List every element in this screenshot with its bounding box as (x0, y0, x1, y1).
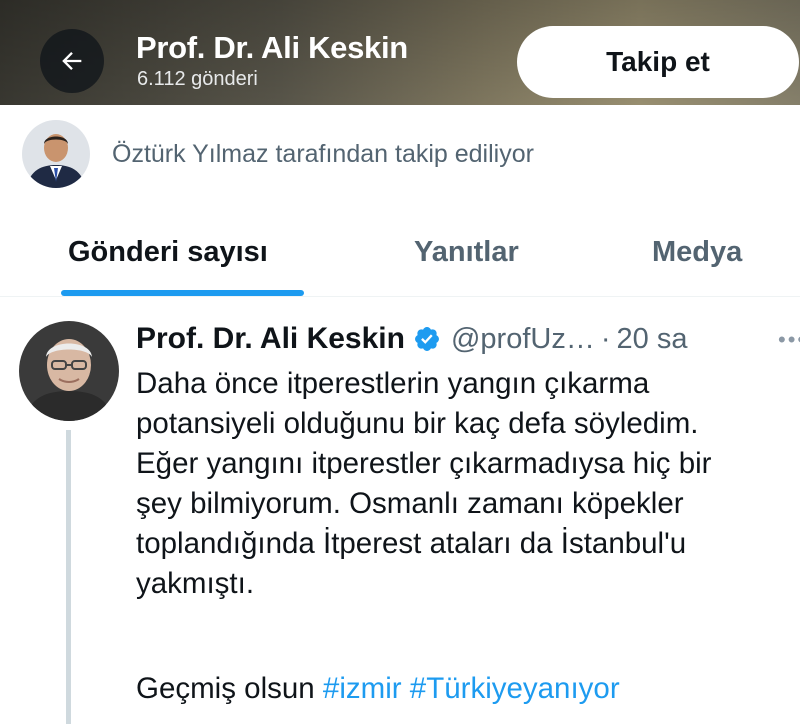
active-tab-indicator (61, 290, 304, 296)
post-text: Daha önce itperestlerin yangın çıkarma p… (136, 367, 712, 600)
post-item[interactable]: Prof. Dr. Ali Keskin @profUz… · 20 sa ••… (0, 297, 800, 724)
post-timestamp[interactable]: 20 sa (617, 323, 688, 356)
header-profile-name: Prof. Dr. Ali Keskin (136, 30, 408, 65)
more-dots-icon[interactable]: ••• (778, 327, 800, 353)
follower-avatar[interactable] (22, 120, 90, 188)
hashtag-link[interactable]: #Türkiyeyanıyor (410, 672, 620, 705)
tab-replies[interactable]: Yanıtlar (414, 236, 519, 269)
profile-tabs: Gönderi sayısı Yanıtlar Medya (0, 212, 800, 297)
tab-posts[interactable]: Gönderi sayısı (68, 236, 268, 269)
followed-by-row[interactable]: Öztürk Yılmaz tarafından takip ediliyor (22, 119, 534, 189)
post-closing-line: Geçmiş olsun #izmir #Türkiyeyanıyor (136, 669, 620, 709)
arrow-left-icon (62, 52, 82, 70)
hashtag-link[interactable]: #izmir (323, 672, 402, 705)
header-post-count: 6.112 gönderi (137, 68, 258, 90)
verified-badge-icon (415, 327, 439, 351)
tab-media[interactable]: Medya (652, 236, 742, 269)
followed-by-text: Öztürk Yılmaz tarafından takip ediliyor (112, 139, 534, 168)
post-author-handle[interactable]: @profUz… (451, 323, 595, 356)
post-separator: · (600, 322, 611, 355)
thread-line (66, 430, 71, 724)
post-closing-text: Geçmiş olsun (136, 672, 315, 705)
post-header: Prof. Dr. Ali Keskin @profUz… · 20 sa (136, 319, 687, 359)
follow-button[interactable]: Takip et (517, 26, 799, 98)
back-button[interactable] (40, 29, 104, 93)
post-author-name[interactable]: Prof. Dr. Ali Keskin (136, 322, 405, 356)
author-avatar[interactable] (19, 321, 119, 421)
